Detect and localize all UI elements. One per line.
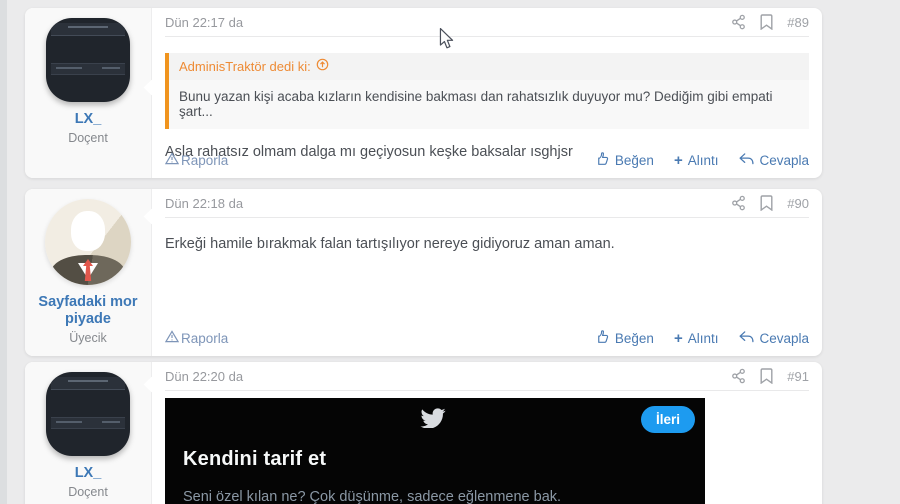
embed-body-text: Seni özel kılan ne? Çok düşünme, sadece … xyxy=(183,489,562,504)
reply-label: Cevapla xyxy=(759,330,809,346)
quote-label: Alıntı xyxy=(687,152,719,168)
quote-button[interactable]: + Alıntı xyxy=(674,331,719,346)
post-date[interactable]: Dün 22:18 da xyxy=(165,196,243,211)
thumb-up-icon xyxy=(595,329,610,347)
reply-button[interactable]: Cevapla xyxy=(738,330,809,347)
reply-arrow-icon xyxy=(738,152,755,169)
twitter-bird-icon xyxy=(420,407,446,433)
avatar-image-detail xyxy=(51,63,125,75)
footer-actions: Beğen + Alıntı Cevapla xyxy=(595,151,809,169)
like-label: Beğen xyxy=(614,152,654,168)
post-header-tools: #90 xyxy=(731,195,809,211)
bookmark-icon[interactable] xyxy=(760,195,773,211)
report-label: Raporla xyxy=(181,152,229,168)
post-card-91: LX_ Doçent Dün 22:20 da #91 İleri Kendin… xyxy=(25,362,822,504)
post-content-cell: Dün 22:17 da #89 AdminisTraktör dedi ki: xyxy=(143,8,822,178)
bookmark-icon[interactable] xyxy=(760,14,773,30)
post-date[interactable]: Dün 22:20 da xyxy=(165,369,243,384)
quote-attribution[interactable]: AdminisTraktör dedi ki: xyxy=(169,53,809,80)
post-header: Dün 22:20 da #91 xyxy=(165,362,809,391)
avatar-image-detail xyxy=(102,67,120,69)
post-content-cell: Dün 22:18 da #90 Erkeği hamile bırakmak … xyxy=(143,189,822,356)
avatar-image-detail xyxy=(102,421,120,423)
footer-actions: Beğen + Alıntı Cevapla xyxy=(595,329,809,347)
embed-heading: Kendini tarif et xyxy=(183,448,327,470)
avatar-image-detail xyxy=(51,23,125,36)
user-title: Üyecik xyxy=(69,331,107,345)
user-cell: LX_ Doçent xyxy=(25,362,152,504)
report-link[interactable]: Raporla xyxy=(164,152,229,168)
quote-attribution-text: AdminisTraktör dedi ki: xyxy=(179,58,311,74)
twitter-embed-card[interactable]: İleri Kendini tarif et Seni özel kılan n… xyxy=(165,398,705,504)
post-footer: Raporla Beğen + Alıntı Cevapla xyxy=(164,151,809,169)
thumb-up-icon xyxy=(595,151,610,169)
post-number-link[interactable]: #89 xyxy=(787,15,809,30)
avatar-image-detail xyxy=(71,211,105,251)
report-link[interactable]: Raporla xyxy=(164,330,229,346)
mouse-pointer-icon xyxy=(439,27,454,55)
share-icon[interactable] xyxy=(731,195,746,211)
post-card-89: LX_ Doçent Dün 22:17 da #89 AdminisTrakt… xyxy=(25,8,822,178)
reply-label: Cevapla xyxy=(759,152,809,168)
plus-icon: + xyxy=(673,151,683,169)
username-link[interactable]: LX_ xyxy=(69,465,108,482)
user-cell: LX_ Doçent xyxy=(25,8,152,178)
warning-triangle-icon xyxy=(164,330,180,346)
avatar-image-detail xyxy=(51,377,125,390)
forum-thread-page: LX_ Doçent Dün 22:17 da #89 AdminisTrakt… xyxy=(0,0,900,504)
username-link[interactable]: LX_ xyxy=(69,111,108,128)
expand-arrow-up-circle-icon[interactable] xyxy=(316,58,329,74)
avatar-image-detail xyxy=(68,26,108,28)
post-number-link[interactable]: #91 xyxy=(787,369,809,384)
report-label: Raporla xyxy=(181,330,229,346)
post-message: Erkeği hamile bırakmak falan tartışılıyo… xyxy=(165,236,615,252)
quote-label: Alıntı xyxy=(687,330,719,346)
avatar-image-detail xyxy=(56,67,82,69)
post-header-tools: #91 xyxy=(731,368,809,384)
user-title: Doçent xyxy=(68,485,108,499)
username-link[interactable]: Sayfadaki mor piyade xyxy=(25,294,151,328)
like-button[interactable]: Beğen xyxy=(595,329,654,347)
bookmark-icon[interactable] xyxy=(760,368,773,384)
warning-triangle-icon xyxy=(164,152,180,168)
plus-icon: + xyxy=(673,329,683,347)
avatar[interactable] xyxy=(46,372,130,456)
post-card-90: Sayfadaki mor piyade Üyecik Dün 22:18 da… xyxy=(25,189,822,356)
quote-text: Bunu yazan kişi acaba kızların kendisine… xyxy=(169,80,809,129)
post-date[interactable]: Dün 22:17 da xyxy=(165,15,243,30)
share-icon[interactable] xyxy=(731,14,746,30)
like-button[interactable]: Beğen xyxy=(595,151,654,169)
user-title: Doçent xyxy=(68,131,108,145)
user-cell: Sayfadaki mor piyade Üyecik xyxy=(25,189,152,356)
quote-block[interactable]: AdminisTraktör dedi ki: Bunu yazan kişi … xyxy=(165,53,809,129)
post-header: Dün 22:17 da #89 xyxy=(165,8,809,37)
post-header-tools: #89 xyxy=(731,14,809,30)
reply-arrow-icon xyxy=(738,330,755,347)
like-label: Beğen xyxy=(614,330,654,346)
embed-next-button[interactable]: İleri xyxy=(640,406,695,433)
post-footer: Raporla Beğen + Alıntı Cevapla xyxy=(164,329,809,347)
avatar[interactable] xyxy=(45,199,131,285)
post-header: Dün 22:18 da #90 xyxy=(165,189,809,218)
share-icon[interactable] xyxy=(731,368,746,384)
avatar-image-detail xyxy=(56,421,82,423)
avatar-image-detail xyxy=(51,417,125,429)
post-content-cell: Dün 22:20 da #91 İleri Kendini tarif et xyxy=(143,362,822,504)
avatar[interactable] xyxy=(46,18,130,102)
quote-button[interactable]: + Alıntı xyxy=(674,153,719,168)
avatar-image-detail xyxy=(68,380,108,382)
post-number-link[interactable]: #90 xyxy=(787,196,809,211)
page-left-gutter xyxy=(0,0,7,504)
reply-button[interactable]: Cevapla xyxy=(738,152,809,169)
